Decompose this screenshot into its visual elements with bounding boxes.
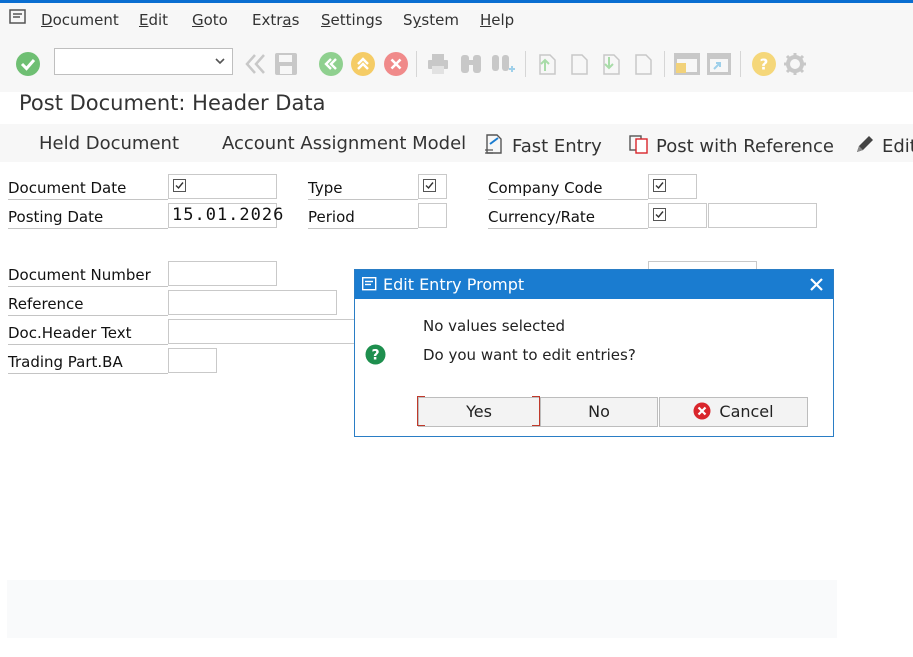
company-code-label: Company Code — [488, 176, 648, 200]
cancel-x-icon — [693, 402, 711, 420]
cancel-button[interactable]: Cancel — [659, 397, 808, 427]
dialog-message-line2: Do you want to edit entries? — [423, 346, 636, 364]
required-checkbox-icon — [653, 208, 666, 221]
back-icon[interactable] — [318, 51, 344, 77]
dialog-menu-icon — [362, 277, 377, 291]
empty-area — [7, 580, 837, 638]
company-code-field[interactable] — [648, 174, 697, 199]
currency-field[interactable] — [648, 203, 707, 228]
doc-header-text-field[interactable] — [168, 319, 358, 344]
period-label: Period — [308, 205, 418, 229]
menu-help[interactable]: Help — [480, 11, 514, 29]
trading-partner-label: Trading Part.BA — [8, 350, 168, 374]
type-field[interactable] — [418, 174, 447, 199]
required-checkbox-icon — [173, 179, 186, 192]
exit-icon[interactable] — [350, 51, 376, 77]
menu-edit[interactable]: Edit — [139, 11, 168, 29]
menu-document[interactable]: Document — [41, 11, 119, 29]
menu-system[interactable]: System — [403, 11, 459, 29]
chevron-down-icon[interactable] — [214, 55, 226, 67]
reference-label: Reference — [8, 292, 168, 316]
last-page-icon — [635, 54, 652, 75]
svg-text:?: ? — [760, 56, 769, 74]
document-date-field[interactable] — [168, 174, 277, 199]
document-number-label: Document Number — [8, 263, 168, 287]
print-icon — [428, 54, 448, 74]
menu-goto[interactable]: Goto — [192, 11, 228, 29]
document-number-field[interactable] — [168, 261, 277, 286]
edit-button[interactable]: Edit — [854, 133, 913, 157]
exchange-rate-field[interactable] — [708, 203, 817, 228]
toolbar-separator — [416, 51, 417, 77]
question-icon: ? — [365, 344, 386, 365]
command-field[interactable] — [54, 48, 233, 75]
account-assignment-model-button[interactable]: Account Assignment Model — [222, 133, 466, 154]
currency-rate-label: Currency/Rate — [488, 205, 648, 229]
cancel-icon[interactable] — [383, 51, 409, 77]
back-double-chevron-icon — [245, 54, 265, 74]
trading-partner-field[interactable] — [168, 348, 217, 373]
menu-settings[interactable]: Settings — [321, 11, 383, 29]
doc-header-text-label: Doc.Header Text — [8, 321, 168, 345]
toolbar-separator — [525, 51, 526, 77]
posting-date-label: Posting Date — [8, 205, 168, 229]
menu-bar: Document Edit Goto Extras Settings Syste… — [0, 3, 913, 37]
held-document-button[interactable]: Held Document — [39, 133, 179, 154]
page-title: Post Document: Header Data — [19, 91, 326, 115]
fast-entry-button[interactable]: Fast Entry — [484, 133, 602, 157]
post-with-reference-button[interactable]: Post with Reference — [628, 133, 834, 157]
required-checkbox-icon — [653, 179, 666, 192]
required-checkbox-icon — [423, 179, 436, 192]
edit-entry-prompt-dialog: Edit Entry Prompt ? No values selected D… — [354, 269, 834, 437]
dialog-message-line1: No values selected — [423, 317, 566, 335]
application-toolbar: Held Document Account Assignment Model F… — [0, 124, 913, 162]
svg-text:?: ? — [371, 348, 379, 364]
help-icon: ? — [752, 52, 776, 76]
posting-date-value: 15.01.2026 — [172, 205, 285, 225]
period-field[interactable] — [418, 203, 447, 228]
next-page-icon — [603, 54, 620, 75]
enter-check-icon[interactable] — [15, 51, 41, 77]
shortcut-icon — [707, 53, 731, 75]
posting-date-field[interactable]: 15.01.2026 — [168, 203, 283, 228]
find-icon — [461, 55, 481, 73]
focus-bracket-right — [532, 396, 540, 426]
find-next-icon — [492, 55, 515, 72]
fast-entry-icon — [485, 134, 502, 154]
reference-field[interactable] — [168, 290, 337, 315]
document-date-label: Document Date — [8, 176, 168, 200]
pencil-icon — [857, 136, 873, 152]
create-session-icon — [674, 53, 700, 75]
toolbar-separator — [740, 51, 741, 77]
post-with-reference-icon — [629, 135, 648, 154]
previous-page-icon — [571, 54, 588, 75]
first-page-icon — [539, 54, 556, 75]
dialog-header: Edit Entry Prompt — [355, 270, 833, 299]
no-button[interactable]: No — [540, 397, 658, 427]
focus-bracket-left — [417, 396, 425, 426]
menu-icon[interactable] — [9, 9, 27, 25]
toolbar-separator — [664, 51, 665, 77]
dialog-title: Edit Entry Prompt — [383, 275, 525, 294]
close-icon[interactable] — [809, 277, 824, 292]
save-icon — [275, 53, 297, 75]
menu-extras[interactable]: Extras — [252, 11, 299, 29]
toolbar: ? — [0, 37, 913, 92]
type-label: Type — [308, 176, 418, 200]
settings-gear-icon — [784, 53, 806, 75]
yes-button[interactable]: Yes — [418, 397, 540, 427]
